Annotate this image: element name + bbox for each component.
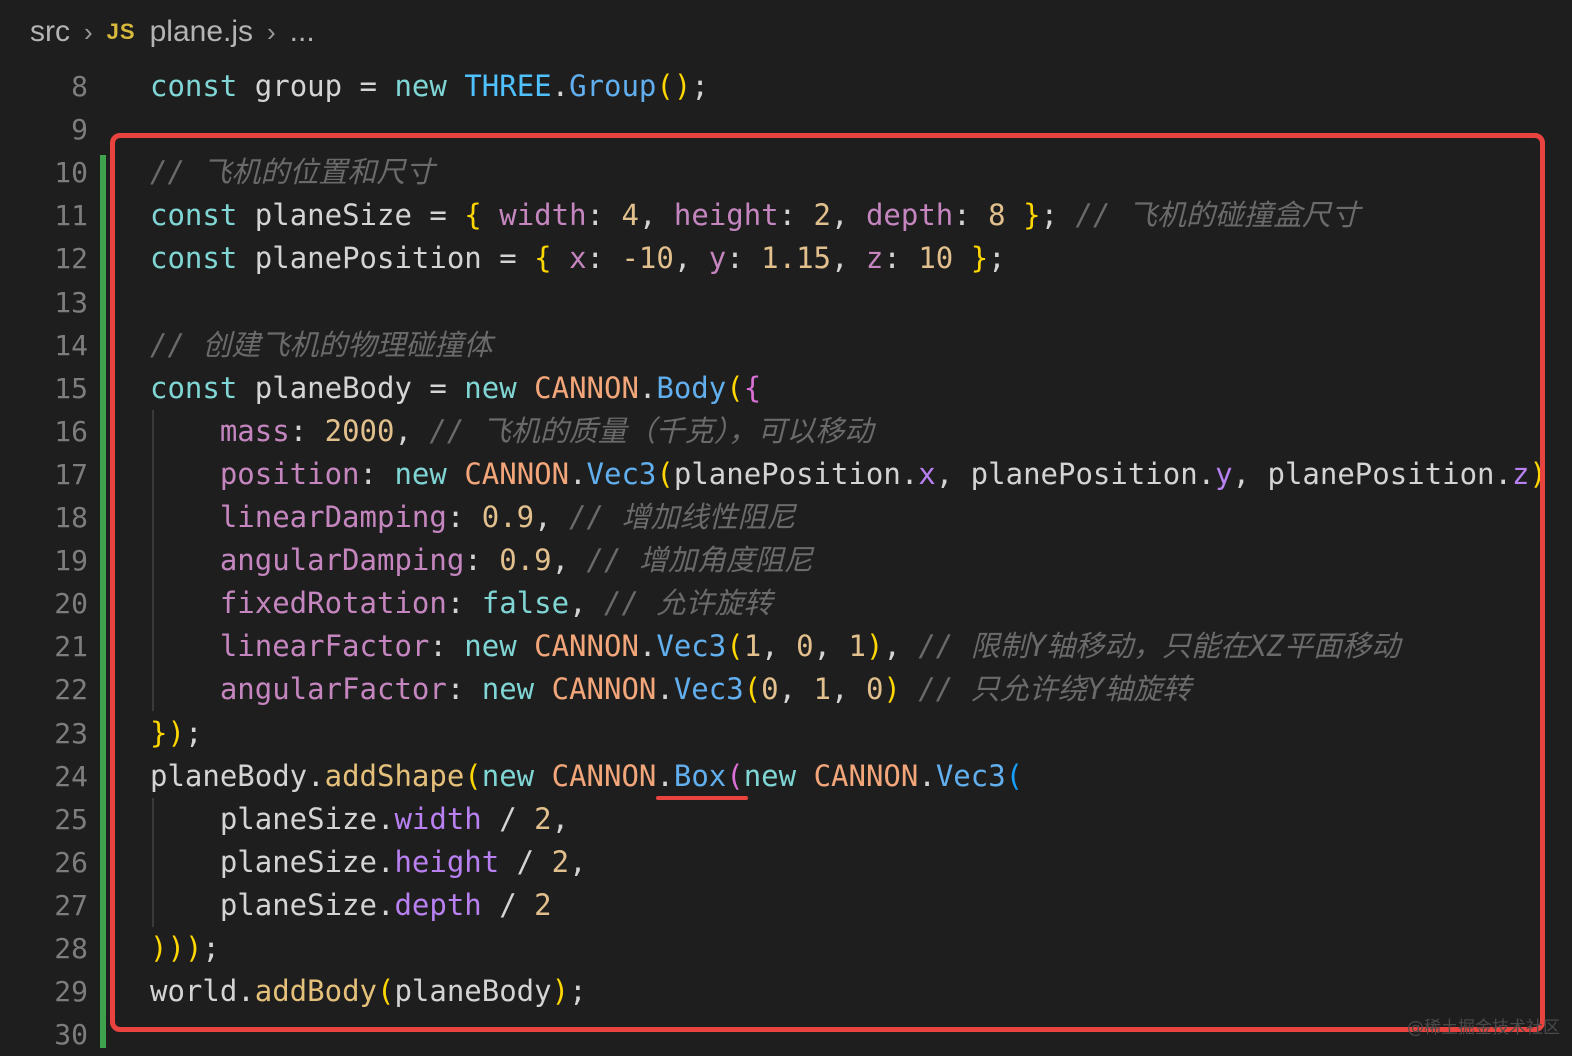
code-line[interactable]: 8 const group = new THREE.Group(); [0, 65, 1572, 108]
line-number: 8 [71, 70, 88, 103]
line-number: 14 [54, 328, 88, 362]
line-number: 26 [54, 845, 88, 879]
chevron-right-icon: › [267, 16, 276, 47]
line-number: 22 [54, 673, 88, 707]
line-number: 29 [54, 975, 88, 1009]
line-number: 23 [54, 716, 88, 750]
line-number: 15 [54, 371, 88, 405]
line-number: 17 [54, 457, 88, 491]
code-text[interactable]: const group = new THREE.Group(); [150, 65, 709, 108]
line-number: 28 [54, 932, 88, 965]
line-number: 13 [54, 285, 88, 319]
line-number: 20 [54, 587, 88, 621]
line-number: 12 [54, 242, 88, 276]
line-number: 27 [54, 888, 88, 922]
line-number: 19 [54, 544, 88, 578]
annotation-underline [656, 796, 748, 800]
line-number: 11 [54, 199, 88, 233]
javascript-file-icon: JS [106, 19, 136, 44]
line-number: 24 [54, 759, 88, 793]
chevron-right-icon: › [84, 16, 93, 47]
line-number: 16 [54, 414, 88, 448]
line-number: 21 [54, 630, 88, 664]
annotation-highlight-box [110, 133, 1545, 1032]
line-number: 9 [71, 113, 88, 147]
line-number: 10 [54, 156, 88, 190]
line-number: 30 [54, 1018, 88, 1052]
line-number: 18 [54, 501, 88, 534]
breadcrumb-folder[interactable]: src [30, 15, 70, 49]
breadcrumb-file[interactable]: plane.js [150, 15, 253, 49]
watermark: @稀土掘金技术社区 [1407, 1018, 1560, 1038]
breadcrumb: src › JS plane.js › ... [30, 8, 315, 56]
breadcrumb-symbol-ellipsis[interactable]: ... [290, 15, 315, 49]
line-number: 25 [54, 802, 88, 836]
